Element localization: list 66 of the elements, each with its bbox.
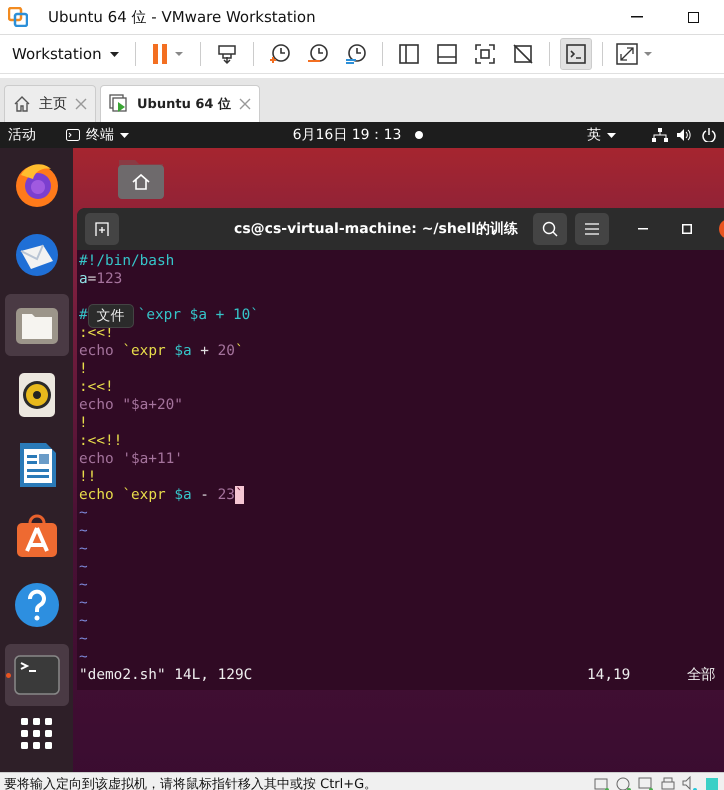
activities-button[interactable]: 活动 (8, 126, 36, 144)
code-line: a=123 (79, 270, 124, 288)
menu-button[interactable] (575, 213, 609, 245)
caret-icon (110, 52, 119, 56)
empty-line-marker: ~ (79, 648, 89, 666)
console-view-icon[interactable] (560, 38, 592, 70)
help-icon[interactable] (14, 582, 60, 628)
scroll-indicator: 全部 (687, 666, 716, 685)
tab[interactable]: Ubuntu 64 位 (100, 85, 260, 122)
empty-line-marker: ~ (79, 540, 89, 558)
terminal-icon (66, 129, 80, 141)
network-adapter-icon[interactable] (638, 776, 654, 790)
printer-icon[interactable] (660, 776, 676, 790)
code-line: echo "$a+20" (79, 396, 184, 414)
status-message: 要将输入定向到该虚拟机，请将鼠标指针移入其中或按 Ctrl+G。 (4, 776, 378, 790)
network-icon[interactable] (652, 128, 668, 142)
input-method-menu[interactable]: 英 (587, 126, 616, 144)
close-icon[interactable] (238, 98, 251, 110)
code-line: echo `expr $a + 20` (79, 342, 245, 360)
code-line: echo `expr $a - 23` (79, 486, 245, 504)
app-logo-icon (8, 7, 28, 27)
menu-icon (585, 223, 599, 235)
minimize-icon (638, 228, 648, 230)
terminal-icon[interactable] (14, 655, 60, 695)
code-line: :<<!! (79, 432, 124, 450)
notification-dot-icon (415, 131, 424, 139)
terminal-title: cs@cs-virtual-machine: ~/shell的训练 (233, 220, 519, 238)
caret-icon (120, 132, 129, 138)
code-line: ! (79, 360, 89, 378)
empty-line-marker: ~ (79, 612, 89, 630)
maximize-icon (688, 12, 698, 22)
code-line: #!/bin/bash (79, 252, 176, 270)
search-icon (542, 221, 558, 237)
empty-line-marker: ~ (79, 504, 89, 522)
home-icon (13, 95, 31, 113)
tooltip: 文件 (88, 304, 134, 328)
code-line: :<<! (79, 378, 115, 396)
minimize-icon (631, 16, 643, 18)
cursor-position: 14,19 (587, 666, 632, 685)
workstation-menu[interactable]: Workstation (6, 41, 125, 67)
window-title: Ubuntu 64 位 - VMware Workstation (47, 8, 317, 26)
empty-line-marker: ~ (79, 522, 89, 540)
caret-icon (607, 132, 616, 138)
file-info: "demo2.sh" 14L, 129C (79, 666, 252, 685)
sound-icon[interactable] (682, 776, 698, 790)
clock[interactable]: 6月16日 19：13 (292, 126, 402, 144)
app-menu[interactable]: 终端 (66, 126, 129, 144)
cd-icon[interactable] (616, 776, 632, 790)
search-button[interactable] (533, 213, 567, 245)
new-tab-button[interactable] (85, 213, 119, 245)
code-line: !! (79, 468, 98, 486)
app-grid-icon[interactable] (20, 718, 52, 750)
dock-item[interactable] (4, 294, 68, 356)
maximize-icon (682, 224, 692, 234)
tab[interactable]: 主页 (4, 85, 96, 122)
empty-line-marker: ~ (79, 558, 89, 576)
empty-line-marker: ~ (79, 630, 89, 648)
vm-icon (109, 94, 129, 114)
code-line: echo '$a+11' (79, 450, 184, 468)
code-line: ! (79, 414, 89, 432)
empty-line-marker: ~ (79, 594, 89, 612)
text-cursor: ` (234, 486, 244, 504)
volume-icon[interactable] (676, 128, 692, 142)
empty-line-marker: ~ (79, 576, 89, 594)
power-icon[interactable] (702, 128, 716, 142)
new-tab-icon (94, 221, 110, 237)
